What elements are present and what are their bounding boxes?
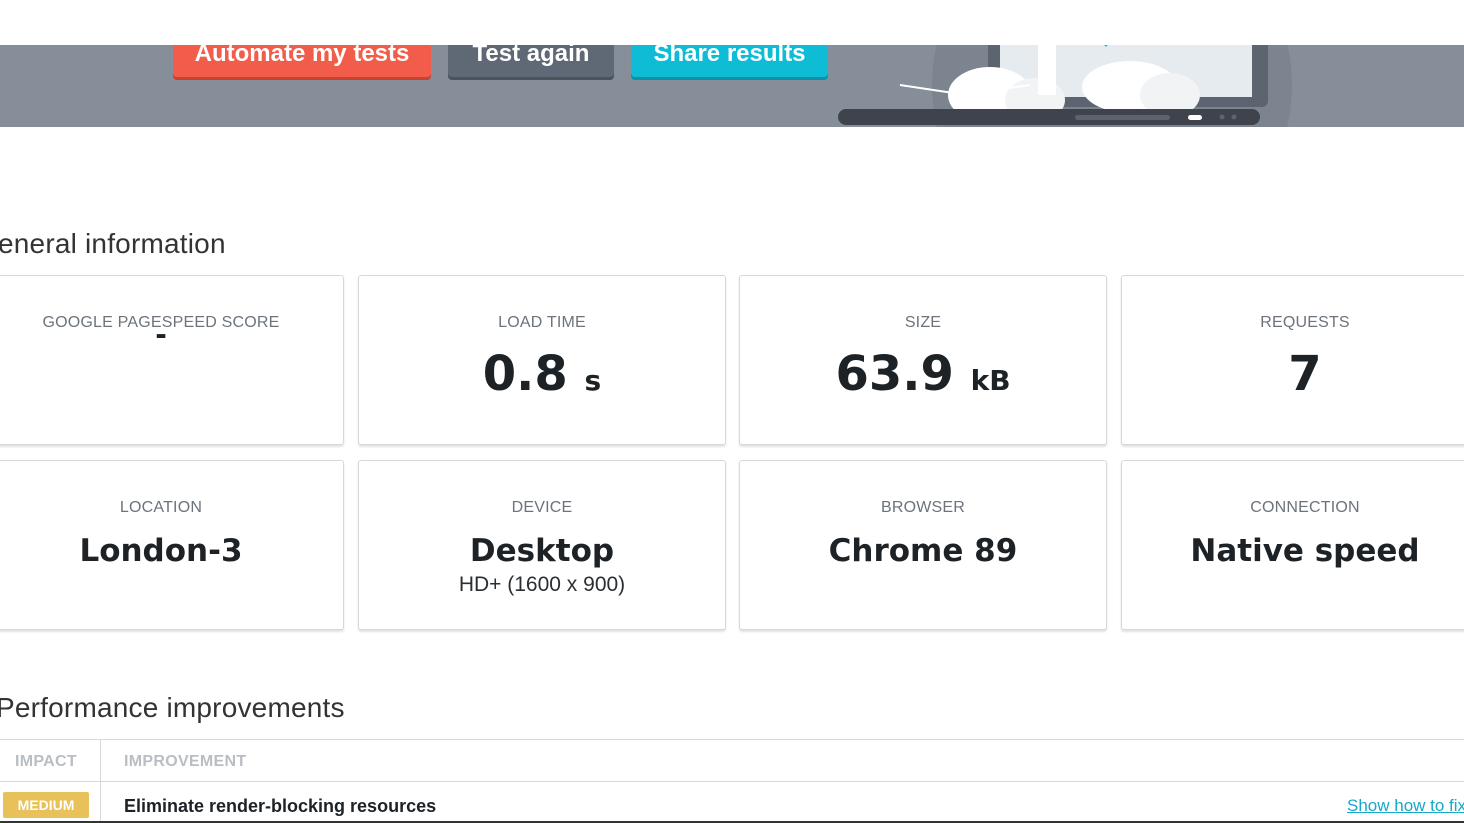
size-unit: kB bbox=[970, 364, 1011, 397]
automate-tests-button[interactable]: Automate my tests bbox=[173, 45, 431, 77]
load-time-number: 0.8 bbox=[482, 346, 568, 402]
improvement-column-header: IMPROVEMENT bbox=[124, 753, 247, 770]
show-how-to-fix-link[interactable]: Show how to fix bbox=[1347, 796, 1464, 816]
general-information-title: eneral information bbox=[0, 228, 226, 259]
improvement-text: Eliminate render-blocking resources bbox=[124, 796, 437, 816]
laptop-illustration-icon bbox=[838, 45, 1292, 127]
load-time-value: 0.8 s bbox=[359, 344, 725, 411]
device-value: Desktop bbox=[469, 533, 615, 569]
pagespeed-score-card: GOOGLE PAGESPEED SCORE - bbox=[0, 275, 344, 445]
performance-improvements-title: Performance improvements bbox=[0, 692, 345, 723]
requests-card: REQUESTS 7 bbox=[1121, 275, 1464, 445]
test-again-button[interactable]: Test again bbox=[448, 45, 614, 77]
impact-column-header: IMPACT bbox=[15, 753, 77, 770]
requests-value: 7 bbox=[1288, 346, 1322, 402]
device-resolution: HD+ (1600 x 900) bbox=[458, 573, 626, 596]
load-time-card: LOAD TIME 0.8 s bbox=[358, 275, 726, 445]
browser-value: Chrome 89 bbox=[828, 533, 1018, 569]
table-header: IMPACT IMPROVEMENT bbox=[0, 739, 1464, 782]
connection-value: Native speed bbox=[1190, 533, 1420, 569]
column-divider bbox=[100, 739, 101, 823]
device-label: DEVICE bbox=[511, 499, 573, 516]
size-card: SIZE 63.9 kB bbox=[739, 275, 1107, 445]
share-results-button[interactable]: Share results bbox=[631, 45, 828, 77]
requests-label: REQUESTS bbox=[1260, 314, 1350, 331]
connection-label: CONNECTION bbox=[1250, 499, 1360, 516]
load-time-unit: s bbox=[584, 364, 602, 397]
size-label: SIZE bbox=[904, 314, 942, 331]
results-banner: Automate my tests Test again Share resul… bbox=[0, 45, 1464, 127]
top-bar bbox=[0, 0, 1464, 45]
browser-card: BROWSER Chrome 89 bbox=[739, 460, 1107, 630]
location-value: London-3 bbox=[79, 533, 243, 569]
location-card: LOCATION London-3 bbox=[0, 460, 344, 630]
location-label: LOCATION bbox=[119, 499, 203, 516]
load-time-label: LOAD TIME bbox=[498, 314, 586, 331]
connection-card: CONNECTION Native speed bbox=[1121, 460, 1464, 630]
device-card: DEVICE Desktop HD+ (1600 x 900) bbox=[358, 460, 726, 630]
impact-badge: MEDIUM bbox=[3, 792, 89, 818]
browser-label: BROWSER bbox=[880, 499, 966, 516]
pagespeed-score-value: - bbox=[155, 318, 167, 351]
size-value: 63.9 kB bbox=[740, 344, 1106, 411]
size-number: 63.9 bbox=[835, 346, 954, 402]
